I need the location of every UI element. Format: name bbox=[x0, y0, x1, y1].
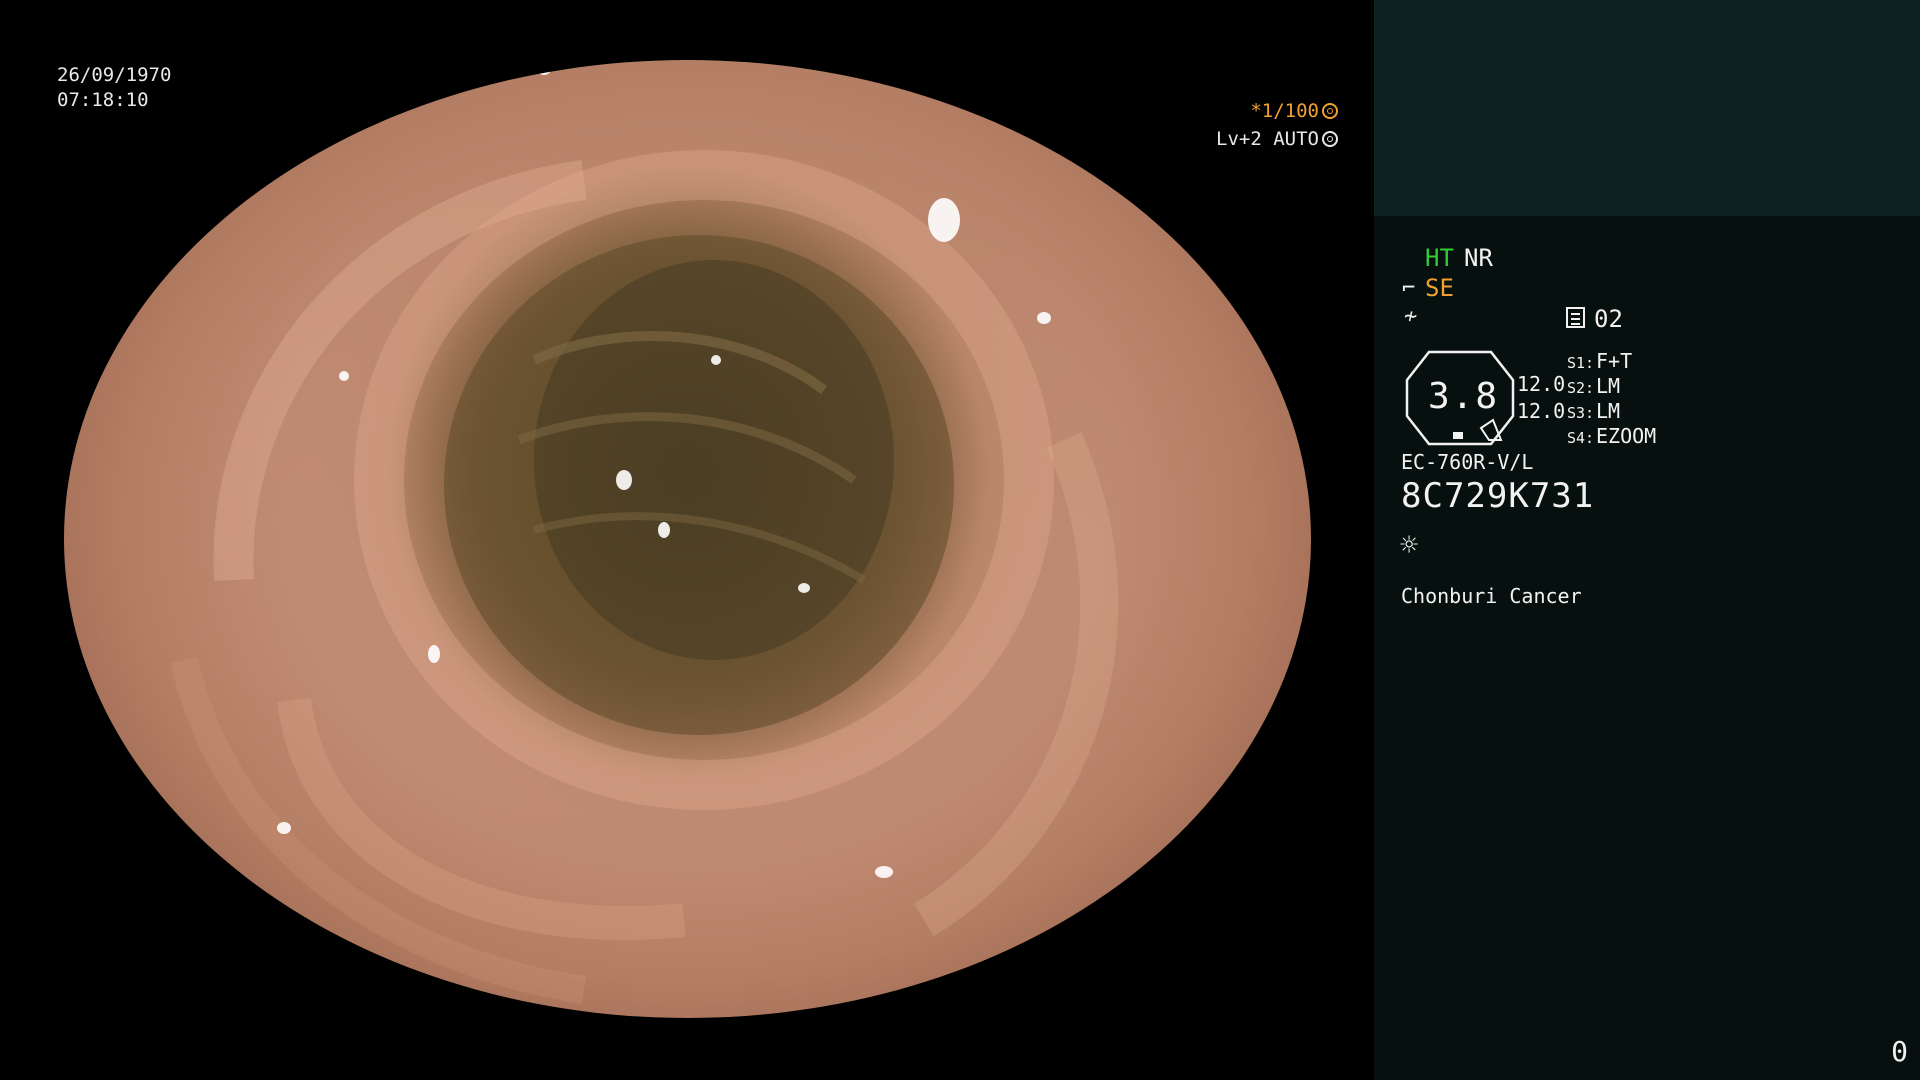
se-indicator: SE bbox=[1425, 274, 1454, 302]
endoscopy-monitor: 26/09/1970 07:18:10 *1/100 Lv+2 AUTO HT … bbox=[0, 0, 1920, 1080]
panel-header-area bbox=[1374, 0, 1920, 216]
switch-2-label: S2: bbox=[1567, 379, 1595, 397]
sun-icon: ☼ bbox=[1400, 528, 1419, 563]
curve-icon: ≁ bbox=[1404, 304, 1418, 329]
mucosa-folds bbox=[170, 63, 1119, 1004]
endoscope-image-area: 26/09/1970 07:18:10 *1/100 Lv+2 AUTO bbox=[0, 0, 1374, 1080]
frame-counter: 0 bbox=[1891, 1035, 1908, 1068]
switch-2-value: LM bbox=[1596, 374, 1621, 398]
institution-name: Chonburi Cancer bbox=[1401, 584, 1582, 608]
switch-1-value: F+T bbox=[1596, 349, 1633, 373]
scope-model: EC-760R-V/L bbox=[1401, 450, 1534, 474]
switch-4-value: EZOOM bbox=[1596, 424, 1657, 448]
iris-icon bbox=[1322, 131, 1338, 147]
shutter-value: *1/100 bbox=[1250, 100, 1319, 122]
scope-serial: 8C729K731 bbox=[1401, 476, 1595, 516]
switch-3-value: LM bbox=[1596, 399, 1621, 423]
info-panel: HT NR ⌐ SE ≁ 02 3.8 12.0 12.0 S1: F+T S2… bbox=[1374, 0, 1920, 1080]
scope-icon: ⌐ bbox=[1402, 276, 1416, 301]
switch-3-label: S3: bbox=[1567, 404, 1595, 422]
switch-1-label: S1: bbox=[1567, 354, 1595, 372]
value-top: 12.0 bbox=[1517, 372, 1566, 396]
sheet-icon bbox=[1566, 307, 1585, 328]
exposure-level-value: Lv+2 AUTO bbox=[1216, 128, 1319, 150]
value-bottom: 12.0 bbox=[1517, 399, 1566, 423]
switch-4-label: S4: bbox=[1567, 429, 1595, 447]
ht-indicator: HT bbox=[1425, 244, 1454, 272]
magnification-value: 3.8 bbox=[1428, 376, 1500, 417]
shutter-icon bbox=[1322, 103, 1338, 119]
nr-indicator: NR bbox=[1464, 244, 1493, 272]
shutter-readout: *1/100 bbox=[1250, 100, 1338, 122]
profile-number: 02 bbox=[1594, 305, 1623, 333]
exposure-level-readout: Lv+2 AUTO bbox=[1216, 128, 1338, 150]
time-readout: 07:18:10 bbox=[57, 89, 149, 111]
endoscopic-image bbox=[64, 60, 1311, 1018]
date-readout: 26/09/1970 bbox=[57, 64, 172, 86]
